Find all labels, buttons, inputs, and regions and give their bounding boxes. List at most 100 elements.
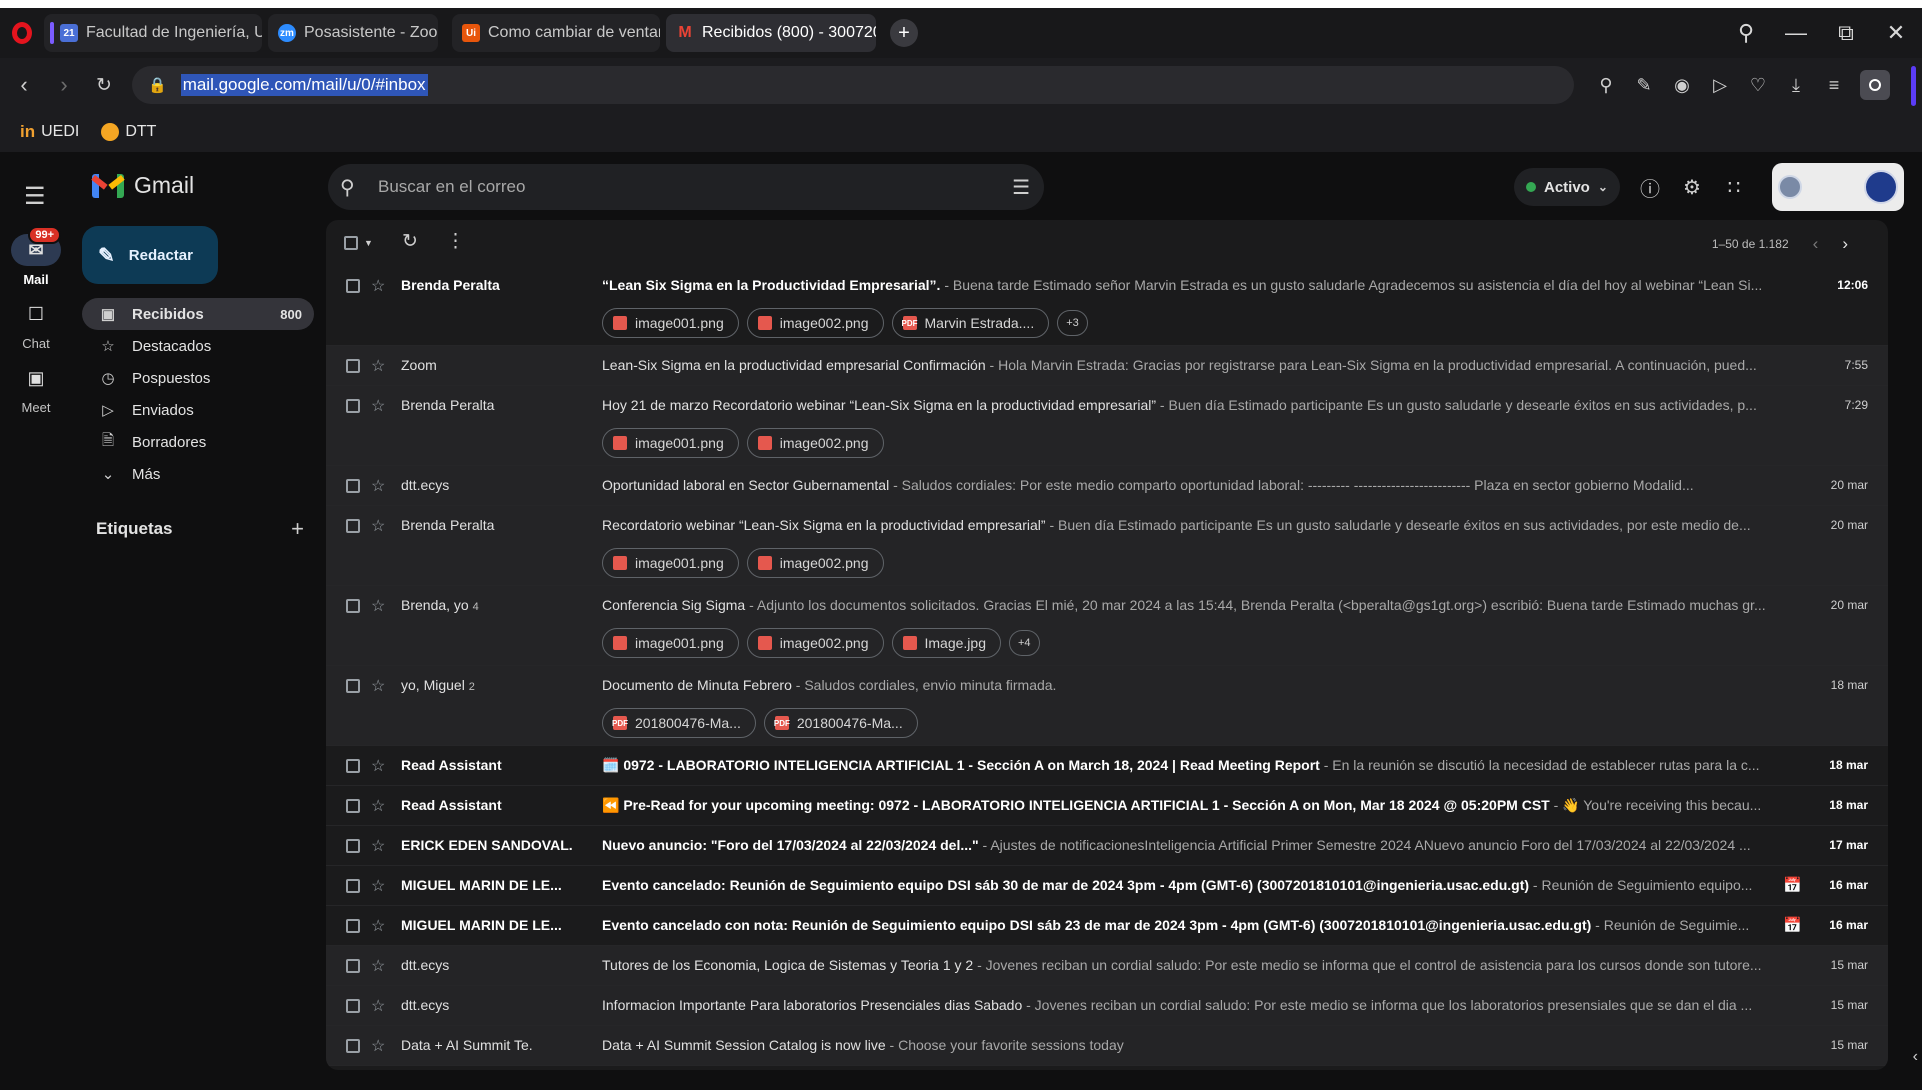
- edit-icon[interactable]: ✎: [1632, 75, 1656, 96]
- star-icon[interactable]: ☆: [371, 676, 385, 696]
- tab-zoom[interactable]: zm Posasistente - Zoom: [268, 14, 438, 52]
- attachment-chip[interactable]: image001.png: [602, 308, 739, 338]
- row-checkbox[interactable]: [346, 599, 360, 613]
- select-all-checkbox[interactable]: ▼: [344, 236, 373, 250]
- new-tab-button[interactable]: +: [890, 19, 918, 47]
- url-text[interactable]: mail.google.com/mail/u/0/#inbox: [180, 74, 428, 96]
- star-icon[interactable]: ☆: [371, 796, 385, 816]
- attachment-chip[interactable]: PDF 201800476-Ma...: [763, 708, 918, 738]
- row-checkbox[interactable]: [346, 959, 360, 973]
- calendar-icon[interactable]: 📅: [1783, 916, 1802, 934]
- lens-search-icon[interactable]: ⚲: [1594, 75, 1618, 96]
- account-switcher[interactable]: [1772, 163, 1904, 211]
- star-icon[interactable]: ☆: [371, 876, 385, 896]
- bookmark-dtt[interactable]: DTT: [101, 123, 156, 141]
- bookmark-uedi[interactable]: in UEDI: [20, 122, 79, 142]
- row-checkbox[interactable]: [346, 479, 360, 493]
- nav-snoozed[interactable]: ◷ Pospuestos: [82, 362, 314, 394]
- email-row[interactable]: ☆ dtt.ecys Informacion Importante Para lab…: [326, 986, 1888, 1026]
- tab-gmail[interactable]: M Recibidos (800) - 3007201: [666, 14, 876, 52]
- search-bar[interactable]: ⚲ Buscar en el correo ☰: [328, 164, 1044, 210]
- email-row[interactable]: ☆ yo, Miguel 2 Documento de Minuta Febrero…: [326, 666, 1888, 746]
- side-panel-toggle-icon[interactable]: ‹: [1913, 1048, 1918, 1066]
- star-icon[interactable]: ☆: [371, 516, 385, 536]
- search-input[interactable]: Buscar en el correo: [378, 177, 525, 197]
- snapshot-icon[interactable]: ◉: [1670, 75, 1694, 96]
- caret-down-icon[interactable]: ▼: [364, 238, 373, 248]
- star-icon[interactable]: ☆: [371, 1036, 385, 1056]
- easy-setup-icon[interactable]: ≡: [1822, 75, 1846, 96]
- email-row[interactable]: ☆ Brenda Peralta “Lean Six Sigma en la Pro…: [326, 266, 1888, 346]
- star-icon[interactable]: ☆: [371, 396, 385, 416]
- nav-sent[interactable]: ▷ Enviados: [82, 394, 314, 426]
- row-checkbox[interactable]: [346, 1039, 360, 1053]
- row-checkbox[interactable]: [346, 879, 360, 893]
- star-icon[interactable]: ☆: [371, 916, 385, 936]
- attachment-chip[interactable]: PDF Marvin Estrada....: [891, 308, 1050, 338]
- forward-button[interactable]: ›: [44, 65, 84, 105]
- next-page-icon[interactable]: ›: [1842, 234, 1848, 254]
- settings-icon[interactable]: ⚙: [1680, 170, 1704, 204]
- email-row[interactable]: ☆ Brenda, yo 4 Conferencia Sig Sigma - Adj…: [326, 586, 1888, 666]
- nav-starred[interactable]: ☆ Destacados: [82, 330, 314, 362]
- opera-logo-icon[interactable]: [0, 8, 44, 58]
- apps-grid-icon[interactable]: ∷: [1722, 170, 1746, 204]
- heart-icon[interactable]: ♡: [1746, 75, 1770, 96]
- email-row[interactable]: ☆ dtt.ecys Tutores de los Economia, Logica…: [326, 946, 1888, 986]
- reload-button[interactable]: ↻: [84, 65, 124, 105]
- email-row[interactable]: ☆ Brenda Peralta Recordatorio webinar “Lea…: [326, 506, 1888, 586]
- attachment-chip[interactable]: image001.png: [602, 628, 739, 658]
- star-icon[interactable]: ☆: [371, 356, 385, 376]
- attachment-chip[interactable]: image001.png: [602, 428, 739, 458]
- attachment-chip[interactable]: image002.png: [746, 308, 884, 338]
- email-row[interactable]: ☆ MIGUEL MARIN DE LE... Evento cancelado c…: [326, 906, 1888, 946]
- tab-uipath[interactable]: Ui Como cambiar de ventana: [452, 14, 660, 52]
- attachment-chip[interactable]: image001.png: [602, 548, 739, 578]
- row-checkbox[interactable]: [346, 919, 360, 933]
- attachment-chip[interactable]: image002.png: [746, 548, 884, 578]
- attachment-chip[interactable]: image002.png: [746, 628, 884, 658]
- nav-drafts[interactable]: 🗎 Borradores: [82, 426, 314, 458]
- star-icon[interactable]: ☆: [371, 996, 385, 1016]
- close-icon[interactable]: ✕: [1884, 20, 1908, 46]
- nav-inbox[interactable]: ▣ Recibidos 800: [82, 298, 314, 330]
- attachment-chip[interactable]: Image.jpg: [891, 628, 1001, 658]
- email-row[interactable]: ☆ Zoom Lean-Six Sigma en la productividad …: [326, 346, 1888, 386]
- avatar[interactable]: [1864, 170, 1898, 204]
- help-icon[interactable]: ⓘ: [1638, 170, 1662, 204]
- row-checkbox[interactable]: [346, 759, 360, 773]
- star-icon[interactable]: ☆: [371, 276, 385, 296]
- email-row[interactable]: ☆ Brenda Peralta Hoy 21 de marzo Recordato…: [326, 386, 1888, 466]
- row-checkbox[interactable]: [346, 799, 360, 813]
- row-checkbox[interactable]: [346, 999, 360, 1013]
- more-options-icon[interactable]: ⋮: [446, 230, 465, 253]
- rail-mail[interactable]: ✉ 99+ Mail: [0, 226, 72, 287]
- compose-button[interactable]: ✎ Redactar: [82, 226, 218, 284]
- attachment-chip[interactable]: PDF 201800476-Ma...: [602, 708, 756, 738]
- email-row[interactable]: ☆ MIGUEL MARIN DE LE... Evento cancelado: …: [326, 866, 1888, 906]
- search-icon[interactable]: ⚲: [340, 175, 366, 200]
- row-checkbox[interactable]: [346, 359, 360, 373]
- nav-more[interactable]: ⌄ Más: [82, 458, 314, 490]
- download-icon[interactable]: ⤓: [1784, 75, 1808, 96]
- star-icon[interactable]: ☆: [371, 476, 385, 496]
- email-row[interactable]: ☆ Read Assistant ⏪ Pre-Read for your upcom…: [326, 786, 1888, 826]
- row-checkbox[interactable]: [346, 679, 360, 693]
- main-menu-icon[interactable]: ☰: [24, 182, 48, 211]
- rail-meet[interactable]: ▣ Meet: [0, 362, 72, 416]
- add-label-icon[interactable]: +: [291, 516, 304, 542]
- row-checkbox[interactable]: [346, 279, 360, 293]
- flow-icon[interactable]: ▷: [1708, 75, 1732, 96]
- more-attachments[interactable]: +3: [1057, 310, 1088, 336]
- star-icon[interactable]: ☆: [371, 596, 385, 616]
- restore-icon[interactable]: ⧉: [1834, 20, 1858, 46]
- more-attachments[interactable]: +4: [1008, 630, 1040, 656]
- row-checkbox[interactable]: [346, 839, 360, 853]
- row-checkbox[interactable]: [346, 519, 360, 533]
- star-icon[interactable]: ☆: [371, 756, 385, 776]
- url-field[interactable]: 🔒 mail.google.com/mail/u/0/#inbox: [132, 66, 1574, 104]
- rail-chat[interactable]: ☐ Chat: [0, 298, 72, 352]
- prev-page-icon[interactable]: ‹: [1813, 234, 1819, 254]
- refresh-icon[interactable]: ↻: [402, 230, 418, 253]
- gmail-logo[interactable]: Gmail: [91, 172, 194, 199]
